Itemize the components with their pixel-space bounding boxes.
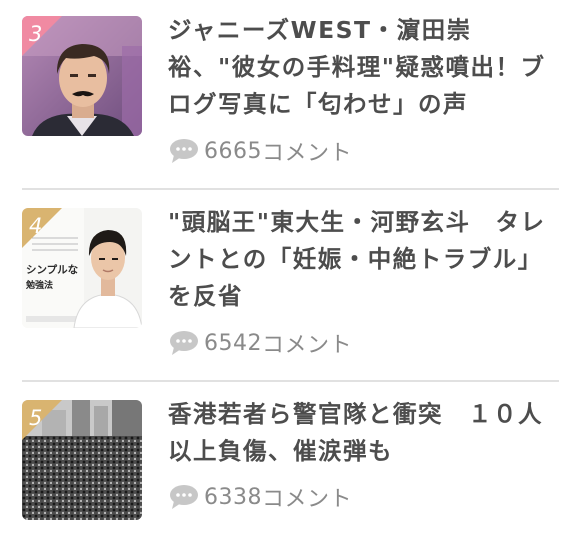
comment-count[interactable]: 6338 コメント: [168, 482, 352, 512]
article-thumbnail[interactable]: 5: [22, 400, 142, 520]
comment-label: コメント: [262, 141, 353, 166]
list-item[interactable]: シンプルな 勉強法 4 "頭脳王"東大生・河野玄斗 タレントとの「妊娠・中絶トラ…: [22, 208, 559, 368]
comment-count[interactable]: 6542 コメント: [168, 328, 352, 358]
article-thumbnail[interactable]: 3: [22, 16, 142, 136]
thumbnail-image: シンプルな 勉強法 4: [22, 208, 142, 328]
divider: [22, 188, 559, 190]
thumbnail-caption: シンプルな: [26, 263, 79, 276]
article-title[interactable]: ジャニーズWEST・濵田崇裕、"彼女の手料理"疑惑噴出！ブログ写真に「匂わせ」の…: [168, 12, 560, 123]
comment-label: コメント: [262, 333, 353, 358]
thumbnail-image: 3: [22, 16, 142, 136]
comment-count[interactable]: 6665 コメント: [168, 136, 352, 166]
comment-count-value: 6665: [204, 138, 262, 164]
rank-number: 3: [29, 22, 42, 46]
rank-number: 5: [29, 406, 42, 430]
divider: [22, 380, 559, 382]
ranking-list: 3 ジャニーズWEST・濵田崇裕、"彼女の手料理"疑惑噴出！ブログ写真に「匂わせ…: [0, 0, 582, 560]
speech-bubble-icon: [170, 139, 198, 163]
thumbnail-image: 5: [22, 400, 142, 520]
list-item[interactable]: 3 ジャニーズWEST・濵田崇裕、"彼女の手料理"疑惑噴出！ブログ写真に「匂わせ…: [22, 16, 559, 176]
comment-count-value: 6338: [204, 484, 262, 510]
rank-number: 4: [29, 214, 42, 238]
speech-bubble-icon: [170, 485, 198, 509]
comment-count-value: 6542: [204, 330, 262, 356]
article-thumbnail[interactable]: シンプルな 勉強法 4: [22, 208, 142, 328]
article-title[interactable]: "頭脳王"東大生・河野玄斗 タレントとの「妊娠・中絶トラブル」を反省: [168, 204, 560, 315]
speech-bubble-icon: [170, 331, 198, 355]
thumbnail-caption-2: 勉強法: [25, 279, 53, 291]
list-item[interactable]: 5 香港若者ら警官隊と衝突 １０人以上負傷、催涙弾も 6338 コメント: [22, 400, 559, 560]
article-title[interactable]: 香港若者ら警官隊と衝突 １０人以上負傷、催涙弾も: [168, 396, 560, 470]
comment-label: コメント: [262, 487, 353, 512]
